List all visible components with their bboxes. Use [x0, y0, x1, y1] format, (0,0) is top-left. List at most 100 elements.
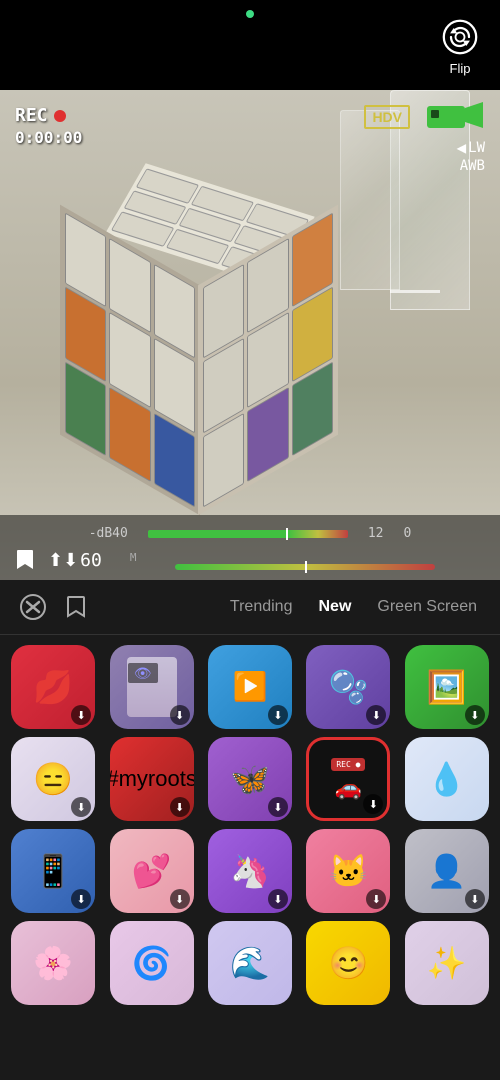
list-item[interactable]: 🌀	[106, 921, 196, 1005]
bookmark-icon-hud[interactable]	[10, 545, 40, 575]
list-item[interactable]: 🫧 ⬇	[303, 645, 393, 729]
list-item[interactable]: 🦄 ⬇	[205, 829, 295, 913]
list-item[interactable]: 🐱 ⬇	[303, 829, 393, 913]
rec-text: REC	[15, 105, 82, 126]
app-icon: 💋 ⬇	[11, 645, 95, 729]
list-item[interactable]: ✨	[402, 921, 492, 1005]
list-item[interactable]: 💋 ⬇	[8, 645, 98, 729]
app-icon: ▶️ ⬇	[208, 645, 292, 729]
download-badge: ⬇	[366, 889, 386, 909]
exposure-control[interactable]: ⬆⬇ 60	[48, 550, 102, 571]
app-emoji-icon: 🫧	[328, 671, 368, 703]
app-icon: 💕 ⬇	[110, 829, 194, 913]
list-item[interactable]: 👤 ⬇	[402, 829, 492, 913]
download-badge: ⬇	[465, 705, 485, 725]
db-label: -dB40	[89, 526, 128, 541]
app-icon: 🌀	[110, 921, 194, 1005]
app-icon: 👤 ⬇	[405, 829, 489, 913]
tabs-bar: Trending New Green Screen	[0, 580, 500, 635]
app-icon: 🦋 ⬇	[208, 737, 292, 821]
bottom-controls-row: ⬆⬇ 60 M	[0, 545, 500, 575]
list-item[interactable]: REC ● 🚗 ⬇	[303, 737, 393, 821]
list-item[interactable]: 🌊	[205, 921, 295, 1005]
app-icon: 🫧 ⬇	[306, 645, 390, 729]
flip-camera-icon	[438, 15, 482, 59]
meter-center-mark	[305, 561, 307, 573]
download-badge: ⬇	[170, 889, 190, 909]
app-emoji-icon: 🌀	[132, 947, 172, 979]
list-item[interactable]: 💕 ⬇	[106, 829, 196, 913]
list-item[interactable]: 😊	[303, 921, 393, 1005]
list-item[interactable]: 👁 ⬇	[106, 645, 196, 729]
top-bar: Flip	[0, 0, 500, 90]
list-item[interactable]: ▶️ ⬇	[205, 645, 295, 729]
app-icon: 💧	[405, 737, 489, 821]
download-badge: ⬇	[268, 705, 288, 725]
glass-object-left	[390, 90, 470, 310]
app-emoji-icon: 🌸	[33, 947, 73, 979]
timecode-display: 0:00:00	[15, 128, 82, 147]
rec-label: REC	[15, 105, 48, 126]
app-icon: 📱 ⬇	[11, 829, 95, 913]
list-item[interactable]: 🦋 ⬇	[205, 737, 295, 821]
app-icon: #myroots ⬇	[110, 737, 194, 821]
download-badge: ⬇	[71, 889, 91, 909]
meter-number-12: 12	[368, 526, 384, 541]
scene-background: REC 0:00:00 HDV ◀ LW AWB	[0, 90, 500, 580]
app-icon: 🖼️ ⬇	[405, 645, 489, 729]
app-emoji-icon: 🦄	[230, 855, 270, 887]
saved-tab-button[interactable]	[61, 592, 91, 622]
lw-label: LW	[468, 140, 485, 156]
audio-meter-bar	[148, 530, 348, 538]
list-item[interactable]: 😑 ⬇	[8, 737, 98, 821]
app-icon: 🐱 ⬇	[306, 829, 390, 913]
app-icon: 🦄 ⬇	[208, 829, 292, 913]
meter-indicator	[286, 528, 288, 540]
app-emoji-icon: ✨	[427, 947, 467, 979]
download-badge: ⬇	[71, 705, 91, 725]
list-item[interactable]: 🖼️ ⬇	[402, 645, 492, 729]
app-emoji-icon: 😑	[33, 763, 73, 795]
filter-block-button[interactable]	[15, 589, 51, 625]
app-icon: 🌊	[208, 921, 292, 1005]
viewfinder: REC 0:00:00 HDV ◀ LW AWB	[0, 90, 500, 580]
app-icon: REC ● 🚗 ⬇	[306, 737, 390, 821]
app-emoji-icon: 🌊	[230, 947, 270, 979]
app-emoji-icon: 😊	[328, 947, 368, 979]
download-badge: ⬇	[268, 889, 288, 909]
download-badge: ⬇	[465, 889, 485, 909]
m-label: M	[130, 551, 137, 564]
list-item[interactable]: #myroots ⬇	[106, 737, 196, 821]
download-badge: ⬇	[366, 705, 386, 725]
rec-indicator: REC 0:00:00	[15, 105, 82, 147]
app-icon: 👁 ⬇	[110, 645, 194, 729]
green-dot-indicator	[246, 10, 254, 18]
app-emoji-icon: 👤	[427, 855, 467, 887]
app-emoji-icon: 💋	[33, 671, 73, 703]
app-icon: ✨	[405, 921, 489, 1005]
download-badge: ⬇	[71, 797, 91, 817]
app-icon: 😊	[306, 921, 390, 1005]
rubiks-cube	[60, 190, 340, 480]
app-emoji-icon: ▶️	[233, 673, 268, 701]
app-emoji-icon: 💕	[132, 855, 172, 887]
app-icon: 🌸	[11, 921, 95, 1005]
tab-green-screen[interactable]: Green Screen	[369, 593, 485, 621]
glass-object-right	[340, 110, 400, 290]
app-emoji-icon: #myroots	[110, 768, 194, 790]
flip-label: Flip	[450, 61, 471, 76]
list-item[interactable]: 📱 ⬇	[8, 829, 98, 913]
app-emoji-icon: 🖼️	[427, 671, 467, 703]
list-item[interactable]: 💧	[402, 737, 492, 821]
app-emoji-icon: 🦋	[230, 763, 270, 795]
meter-number-0: 0	[403, 526, 411, 541]
flip-button[interactable]: Flip	[438, 15, 482, 76]
m-meter-section: M	[120, 551, 490, 570]
app-emoji-icon: 💧	[427, 763, 467, 795]
exposure-value: 60	[80, 550, 102, 571]
tab-new[interactable]: New	[310, 593, 359, 621]
tab-trending[interactable]: Trending	[222, 593, 301, 621]
list-item[interactable]: 🌸	[8, 921, 98, 1005]
download-badge: ⬇	[170, 797, 190, 817]
apps-grid: 💋 ⬇ 👁 ⬇ ▶️ ⬇ 🫧 ⬇ 🖼️ ⬇	[0, 635, 500, 1080]
